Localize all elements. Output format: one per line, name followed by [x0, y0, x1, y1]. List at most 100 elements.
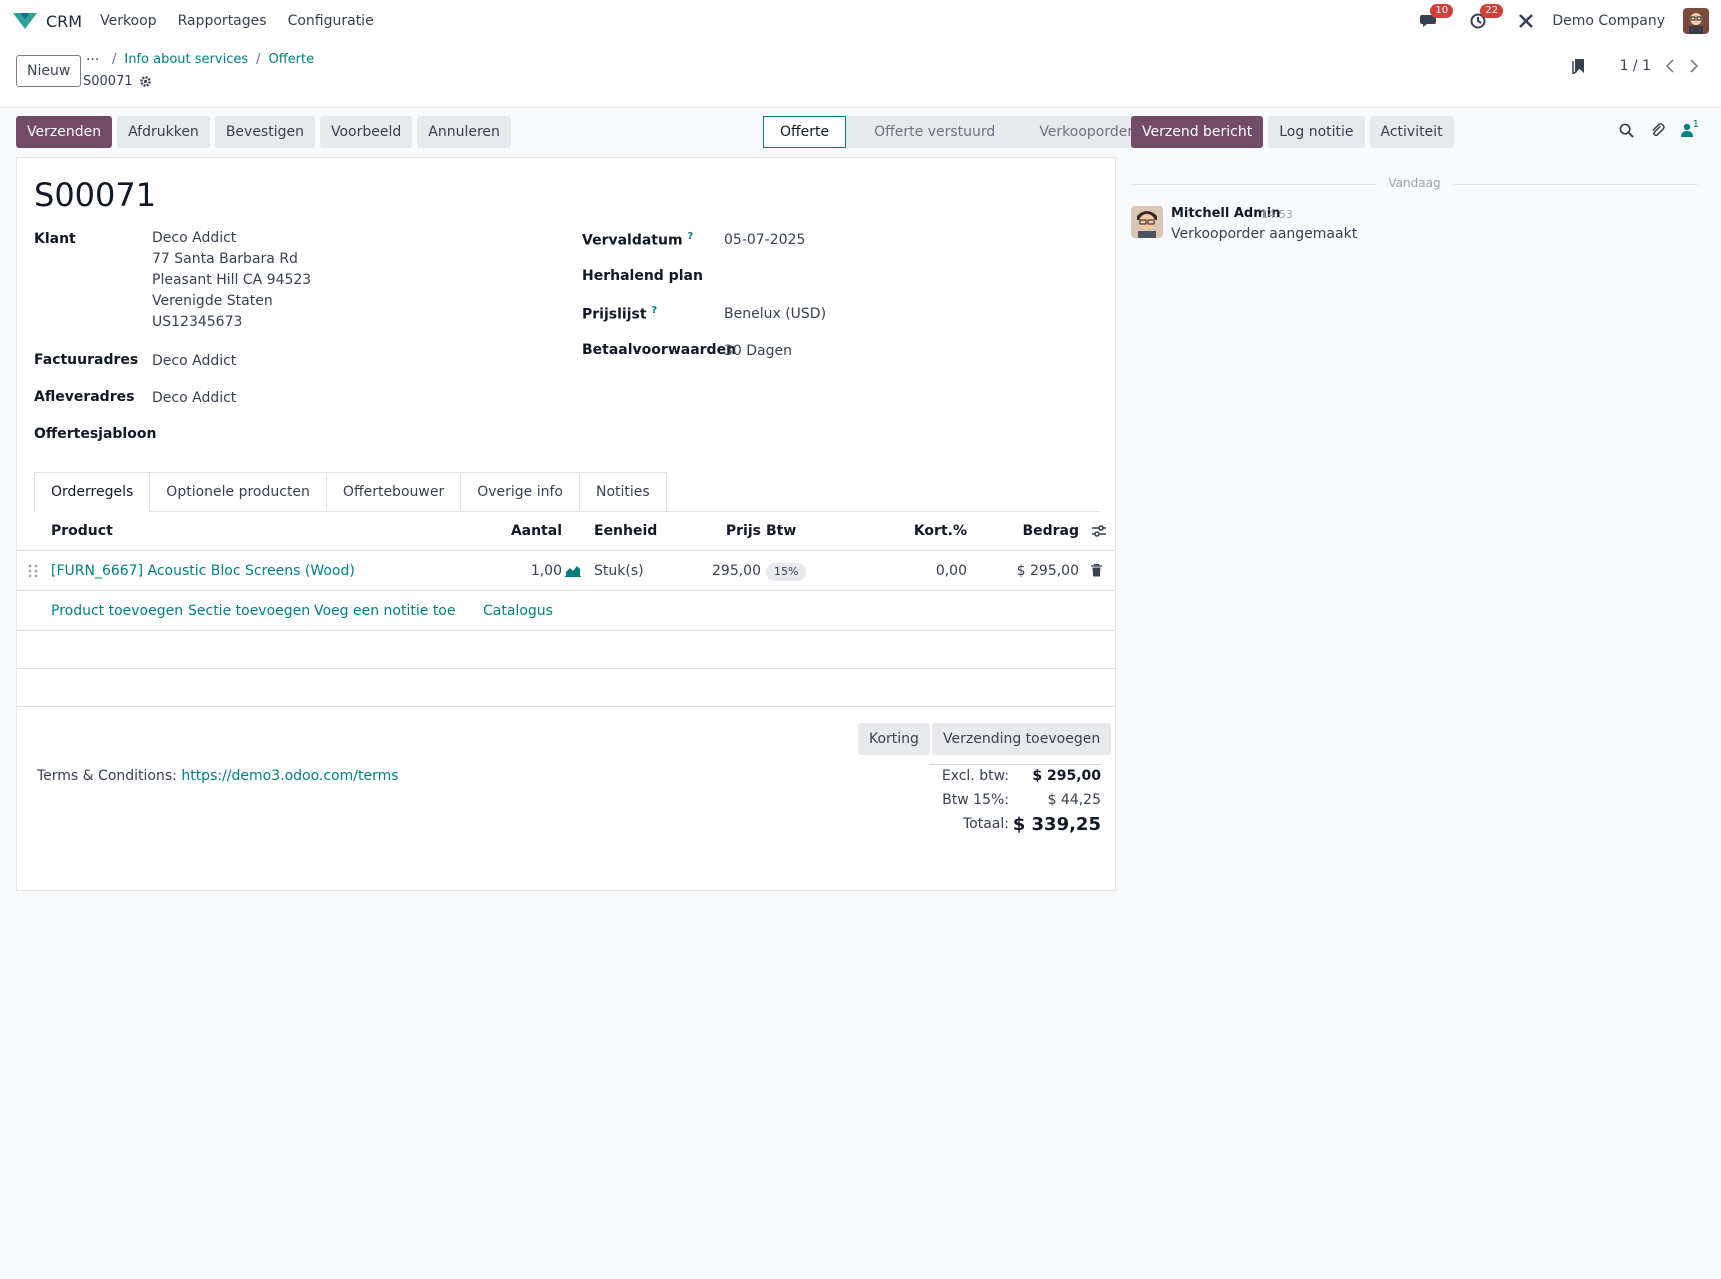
messages-button[interactable]: 10 — [1420, 4, 1454, 29]
empty-row — [17, 669, 1116, 707]
record-name: S00071 — [83, 74, 133, 89]
form-actions: Verzenden Afdrukken Bevestigen Voorbeeld… — [16, 116, 511, 148]
table-row[interactable]: [FURN_6667] Acoustic Bloc Screens (Wood)… — [17, 551, 1116, 591]
column-discount[interactable]: Kort.% — [914, 511, 967, 551]
user-avatar[interactable] — [1683, 8, 1709, 34]
print-button[interactable]: Afdrukken — [117, 116, 210, 148]
total-row: Totaal: $ 339,25 — [929, 813, 1101, 841]
activity-button[interactable]: Activiteit — [1369, 116, 1454, 148]
recurring-plan-label: Herhalend plan — [582, 268, 703, 284]
menu-verkoop[interactable]: Verkoop — [100, 13, 157, 29]
line-product[interactable]: [FURN_6667] Acoustic Bloc Screens (Wood) — [51, 551, 355, 591]
menu-configuratie[interactable]: Configuratie — [288, 13, 374, 29]
column-tax[interactable]: Btw — [766, 511, 796, 551]
form-sheet: S00071 Klant Deco Addict 77 Santa Barbar… — [16, 157, 1116, 891]
column-amount[interactable]: Bedrag — [1022, 511, 1079, 551]
pager-previous-icon[interactable] — [1665, 58, 1675, 74]
pager-next-icon[interactable] — [1689, 58, 1699, 74]
app-brand[interactable]: CRM — [12, 12, 82, 31]
empty-row — [17, 631, 1116, 669]
pricelist-field[interactable]: Benelux (USD) — [724, 304, 826, 325]
breadcrumb-offerte[interactable]: Offerte — [269, 52, 315, 67]
customer-street: 77 Santa Barbara Rd — [152, 251, 298, 267]
customer-field[interactable]: Deco Addict 77 Santa Barbara Rd Pleasant… — [152, 228, 311, 333]
status-bar: Offerte Offerte verstuurd Verkooporder — [763, 116, 1150, 148]
tab-orderregels[interactable]: Orderregels — [34, 472, 151, 512]
forecast-chart-icon[interactable] — [565, 563, 581, 577]
pager: 1 / 1 — [1571, 58, 1699, 74]
send-message-button[interactable]: Verzend bericht — [1131, 116, 1264, 148]
breadcrumb-more[interactable]: ··· — [86, 52, 99, 68]
message-body: Verkooporder aangemaakt — [1171, 226, 1358, 242]
menu-rapportages[interactable]: Rapportages — [178, 13, 267, 29]
tab-offertebouwer[interactable]: Offertebouwer — [325, 472, 462, 511]
tax-row: Btw 15%: $ 44,25 — [929, 789, 1101, 813]
invoice-address-field[interactable]: Deco Addict — [152, 351, 236, 372]
paperclip-icon[interactable] — [1650, 122, 1665, 138]
chatter-message: Mitchell Admin 14:53 Verkooporder aangem… — [1131, 206, 1698, 246]
followers-button[interactable]: 1 — [1680, 119, 1699, 137]
column-uom[interactable]: Eenheid — [594, 511, 657, 551]
search-icon[interactable] — [1619, 123, 1634, 138]
help-icon[interactable]: ? — [651, 305, 657, 316]
line-qty[interactable]: 1,00 — [531, 551, 562, 591]
expiry-date-field[interactable]: 05-07-2025 — [724, 230, 805, 251]
terms-conditions: Terms & Conditions: https://demo3.odoo.c… — [37, 768, 399, 784]
delivery-address-field[interactable]: Deco Addict — [152, 388, 236, 409]
untaxed-label: Excl. btw: — [941, 768, 1009, 784]
catalog-link[interactable]: Catalogus — [483, 591, 553, 631]
add-product-link[interactable]: Product toevoegen — [51, 591, 183, 631]
line-discount[interactable]: 0,00 — [936, 551, 967, 591]
column-qty[interactable]: Aantal — [511, 511, 562, 551]
optional-columns-icon[interactable] — [1091, 523, 1107, 539]
tab-notities[interactable]: Notities — [578, 472, 667, 511]
notebook-tabs: Orderregels Optionele producten Offerteb… — [34, 472, 1100, 512]
payment-terms-field[interactable]: 30 Dagen — [724, 341, 792, 362]
cancel-button[interactable]: Annuleren — [417, 116, 511, 148]
tab-optionele-producten[interactable]: Optionele producten — [149, 472, 327, 511]
breadcrumb-info-about-services[interactable]: Info about services — [124, 52, 248, 67]
discount-button[interactable]: Korting — [858, 723, 930, 755]
column-price[interactable]: Prijs — [726, 511, 761, 551]
add-shipping-button[interactable]: Verzending toevoegen — [932, 723, 1112, 755]
add-section-link[interactable]: Sectie toevoegen — [188, 591, 310, 631]
debug-tools-icon[interactable] — [1518, 13, 1534, 29]
line-uom[interactable]: Stuk(s) — [594, 551, 644, 591]
chatter-feed: Vandaag Mitchell Admin 14:53 Verkooporde… — [1131, 176, 1698, 246]
line-tax[interactable]: 15% — [766, 551, 807, 591]
expiry-date-label: Vervaldatum ? — [582, 231, 694, 249]
company-switcher[interactable]: Demo Company — [1552, 13, 1665, 29]
chatter-icons: 1 — [1619, 119, 1699, 138]
stage-offerte[interactable]: Offerte — [763, 116, 847, 148]
activities-button[interactable]: 22 — [1470, 4, 1504, 29]
record-title: S00071 — [83, 74, 152, 89]
line-price[interactable]: 295,00 — [712, 551, 761, 591]
stage-offerte-verstuurd[interactable]: Offerte verstuurd — [846, 116, 1011, 148]
message-time: 14:53 — [1261, 208, 1293, 221]
untaxed-value: $ 295,00 — [1032, 768, 1101, 784]
totals-summary: Excl. btw: $ 295,00 Btw 15%: $ 44,25 Tot… — [929, 764, 1101, 841]
send-button[interactable]: Verzenden — [16, 116, 113, 148]
column-product[interactable]: Product — [51, 511, 113, 551]
payment-terms-label: Betaalvoorwaarden — [582, 342, 737, 358]
terms-link[interactable]: https://demo3.odoo.com/terms — [181, 768, 398, 784]
help-icon[interactable]: ? — [687, 231, 693, 242]
drag-handle-icon[interactable] — [28, 564, 38, 578]
breadcrumb: / Info about services / Offerte — [112, 52, 315, 67]
preview-button[interactable]: Voorbeeld — [319, 116, 413, 148]
customer-country: Verenigde Staten — [152, 293, 273, 309]
log-note-button[interactable]: Log notitie — [1268, 116, 1365, 148]
tab-overige-info[interactable]: Overige info — [460, 472, 580, 511]
add-note-link[interactable]: Voeg een notitie toe — [314, 591, 455, 631]
confirm-button[interactable]: Bevestigen — [214, 116, 315, 148]
stage-verkooporder[interactable]: Verkooporder — [1011, 116, 1149, 148]
quote-template-label: Offertesjabloon — [34, 426, 157, 442]
author-avatar[interactable] — [1131, 206, 1163, 238]
bookmark-icon[interactable] — [1571, 58, 1586, 74]
new-button[interactable]: Nieuw — [16, 55, 82, 87]
add-line-row: Product toevoegen Sectie toevoegen Voeg … — [17, 591, 1116, 631]
pricelist-label: Prijslijst ? — [582, 305, 658, 323]
pager-value[interactable]: 1 / 1 — [1620, 58, 1651, 74]
gear-icon[interactable] — [139, 75, 152, 88]
trash-icon[interactable] — [1091, 564, 1102, 577]
